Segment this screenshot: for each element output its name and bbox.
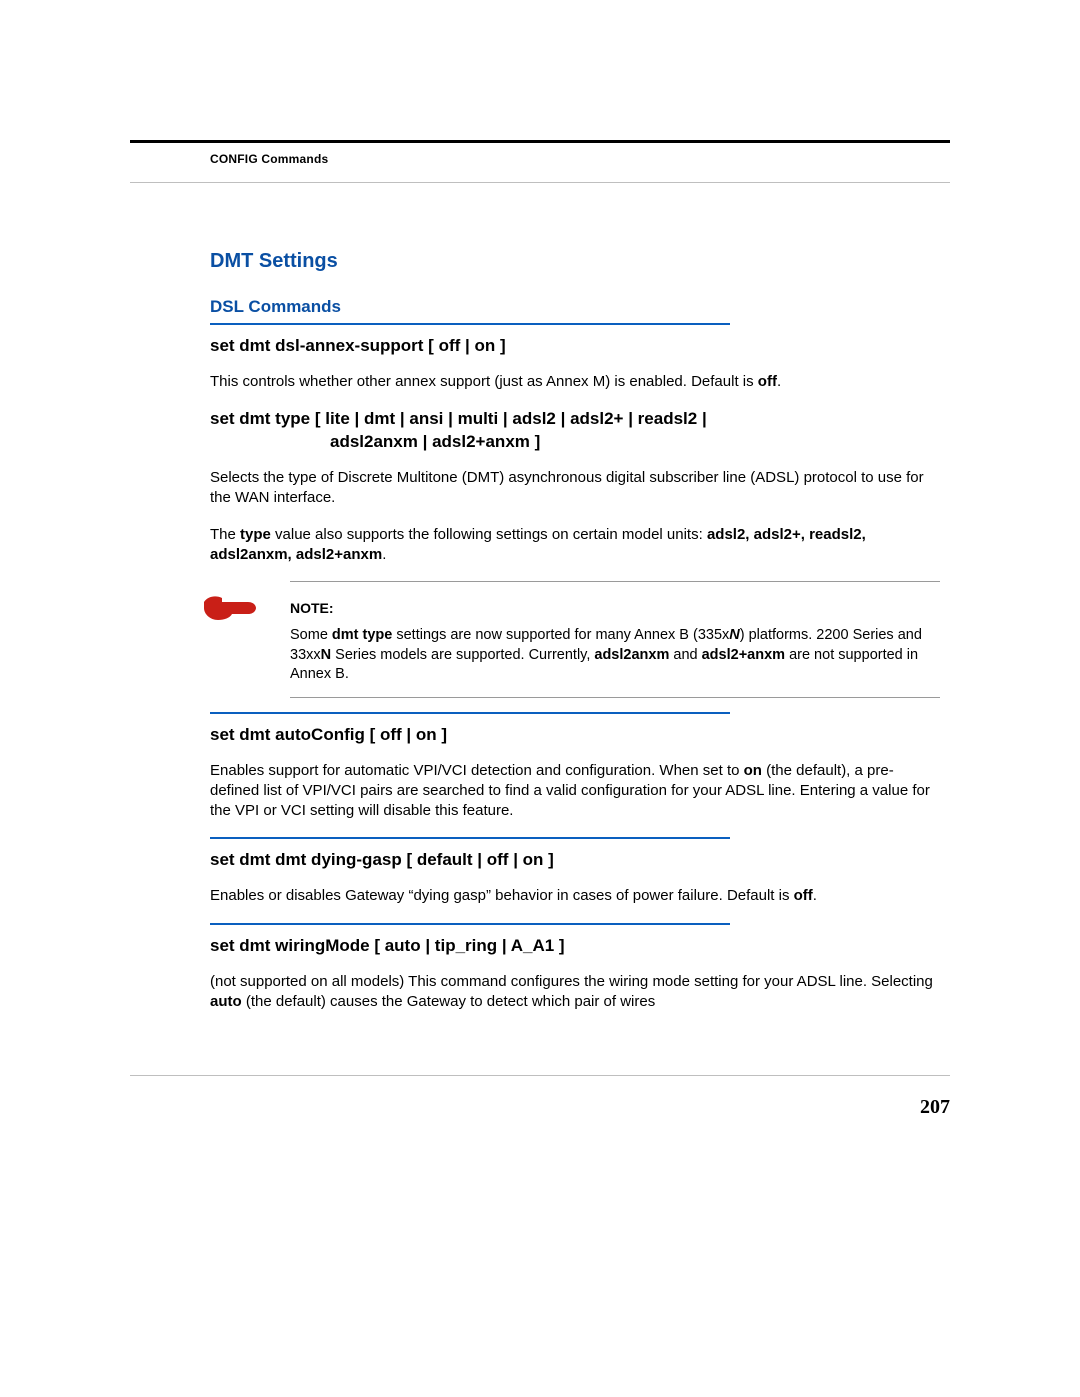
text: . xyxy=(777,373,781,390)
note-rule-bottom xyxy=(290,697,940,698)
divider xyxy=(210,323,730,325)
text: adsl2anxm | adsl2+anxm ] xyxy=(210,431,940,454)
text-bold: on xyxy=(744,762,762,779)
text-bold: off xyxy=(758,373,777,390)
text-bold: auto xyxy=(210,993,242,1010)
command-description: Enables or disables Gateway “dying gasp”… xyxy=(210,886,940,906)
text-bold-italic: N xyxy=(729,627,739,643)
text: . xyxy=(813,887,817,904)
command-description: Enables support for automatic VPI/VCI de… xyxy=(210,761,940,822)
note-label: NOTE: xyxy=(290,600,940,616)
note-text: Some dmt type settings are now supported… xyxy=(290,626,940,685)
running-head: CONFIG Commands xyxy=(210,152,328,166)
text-bold: off xyxy=(794,887,813,904)
top-rule xyxy=(130,140,950,143)
text: set dmt type [ lite | dmt | ansi | multi… xyxy=(210,409,707,428)
command-heading: set dmt dsl-annex-support [ off | on ] xyxy=(210,335,940,358)
text: value also supports the following settin… xyxy=(271,526,707,543)
command-description: This controls whether other annex suppor… xyxy=(210,372,940,392)
text: Some xyxy=(290,627,332,643)
text-bold: type xyxy=(240,526,271,543)
command-heading: set dmt autoConfig [ off | on ] xyxy=(210,724,940,747)
text-bold: adsl2anxm xyxy=(594,647,669,663)
command-description: Selects the type of Discrete Multitone (… xyxy=(210,468,940,509)
divider xyxy=(210,923,730,925)
text: (the default) causes the Gateway to dete… xyxy=(242,993,656,1010)
divider xyxy=(210,712,730,714)
content-area: DMT Settings DSL Commands set dmt dsl-an… xyxy=(210,250,940,1028)
text: This controls whether other annex suppor… xyxy=(210,373,758,390)
divider xyxy=(210,837,730,839)
text: (not supported on all models) This comma… xyxy=(210,973,933,990)
text: Enables support for automatic VPI/VCI de… xyxy=(210,762,744,779)
text-bold: dmt type xyxy=(332,627,392,643)
note-inner: NOTE: Some dmt type settings are now sup… xyxy=(210,582,940,697)
text: Series models are supported. Currently, xyxy=(331,647,594,663)
text: and xyxy=(669,647,701,663)
subsection-title: DSL Commands xyxy=(210,297,940,317)
section-title: DMT Settings xyxy=(210,250,940,273)
text: The xyxy=(210,526,240,543)
text: Enables or disables Gateway “dying gasp”… xyxy=(210,887,794,904)
text-bold: adsl2+anxm xyxy=(702,647,785,663)
footer-rule xyxy=(130,1075,950,1076)
pointing-hand-icon xyxy=(202,592,258,624)
header-underline xyxy=(130,182,950,183)
command-heading: set dmt wiringMode [ auto | tip_ring | A… xyxy=(210,935,940,958)
text-bold: N xyxy=(321,647,331,663)
text: settings are now supported for many Anne… xyxy=(392,627,729,643)
text: . xyxy=(382,546,386,563)
command-heading: set dmt type [ lite | dmt | ansi | multi… xyxy=(210,408,940,454)
command-description: The type value also supports the followi… xyxy=(210,525,940,566)
command-description: (not supported on all models) This comma… xyxy=(210,972,940,1013)
page-number: 207 xyxy=(920,1096,950,1119)
command-heading: set dmt dmt dying-gasp [ default | off |… xyxy=(210,849,940,872)
page: CONFIG Commands DMT Settings DSL Command… xyxy=(0,0,1080,1397)
note-block: NOTE: Some dmt type settings are now sup… xyxy=(210,581,940,698)
